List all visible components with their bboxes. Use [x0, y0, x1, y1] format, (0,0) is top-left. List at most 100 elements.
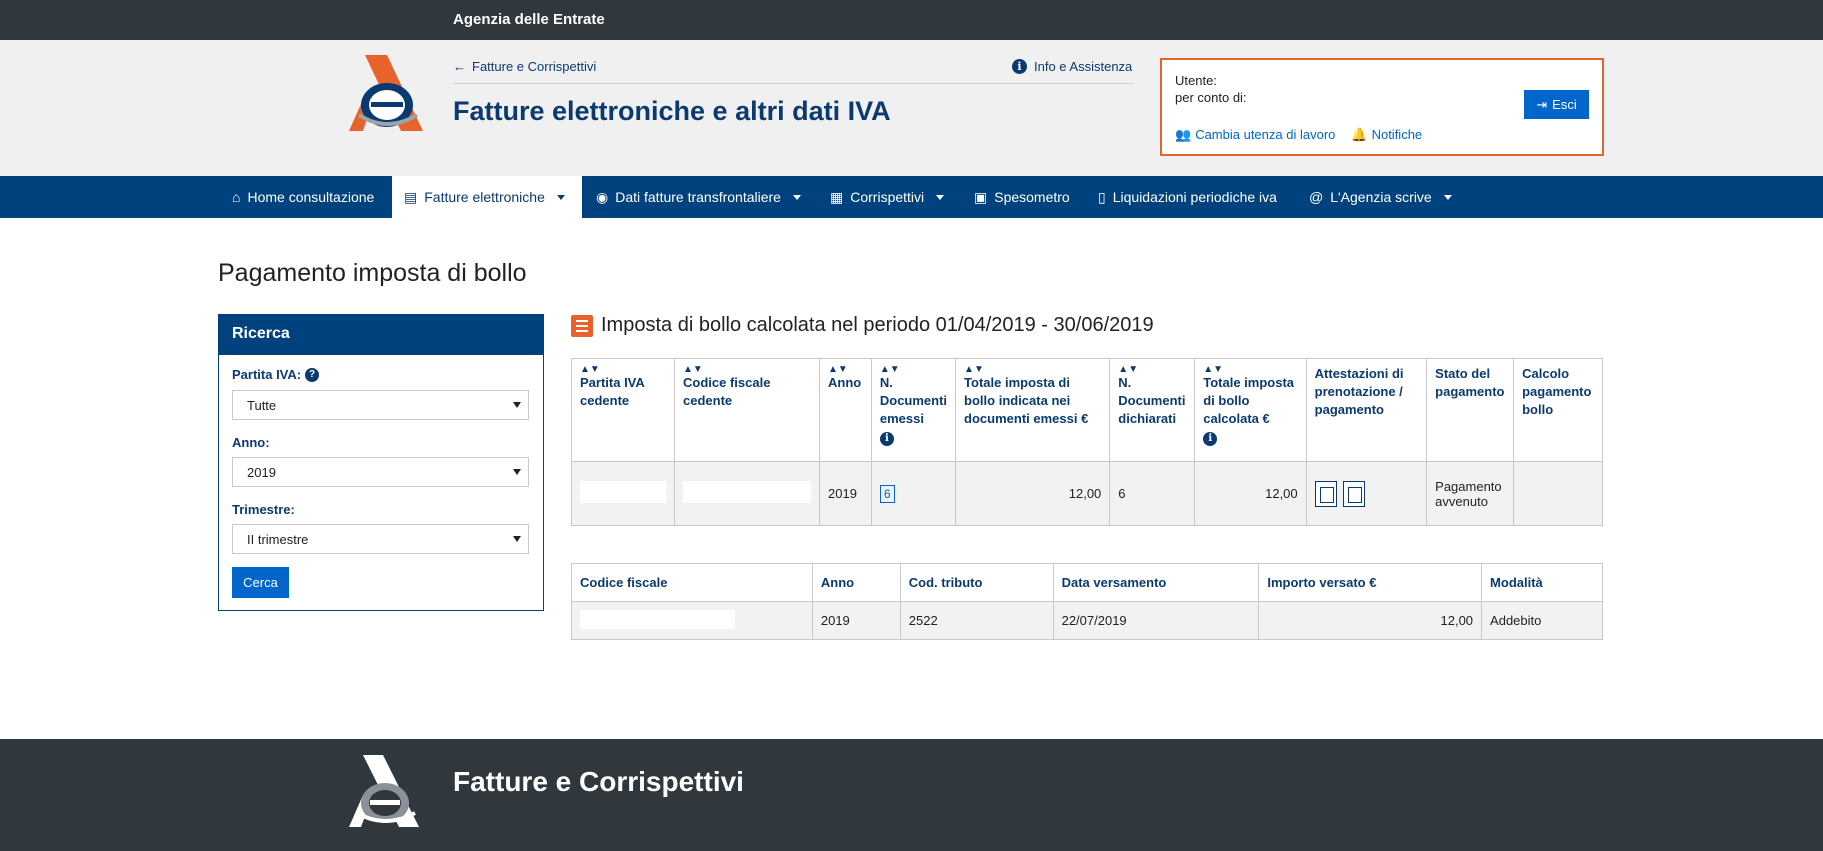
nav-spesometro[interactable]: ▣ Spesometro: [962, 176, 1082, 218]
cell-codice-fiscale: [571, 601, 813, 640]
cell-n-dichiarati: 6: [1109, 461, 1196, 526]
search-panel-title: Ricerca: [219, 315, 543, 355]
cell-codice-fiscale: [674, 461, 820, 526]
globe-icon: ◉: [596, 188, 609, 205]
col-codice-fiscale: Codice fiscale: [571, 563, 813, 602]
col-codice-fiscale[interactable]: ▲▼ Codice fiscale cedente: [674, 358, 820, 462]
page-title: Pagamento imposta di bollo: [218, 259, 527, 287]
col-importo-versato: Importo versato €: [1258, 563, 1483, 602]
info-icon[interactable]: i: [1203, 432, 1218, 446]
main-nav: ⌂ Home consultazione ▤ Fatture elettronich…: [0, 176, 1823, 218]
sort-icon: ▲▼: [1118, 364, 1139, 375]
app-title: Fatture elettroniche e altri dati IVA: [453, 96, 891, 126]
sort-icon: ▲▼: [964, 364, 984, 375]
cell-anno: 2019: [819, 461, 872, 526]
cell-n-documenti: 6: [870, 461, 957, 526]
dropdown-arrow-icon: [513, 402, 521, 408]
header-divider: [453, 83, 1133, 84]
user-label: Utente:: [1175, 73, 1217, 88]
col-cod-tributo: Cod. tributo: [899, 563, 1054, 602]
col-n-documenti-emessi[interactable]: ▲▼ N. Documenti emessi i: [870, 358, 957, 462]
document-icon: ▤: [404, 188, 418, 205]
nav-home-consultazione[interactable]: ⌂ Home consultazione: [220, 176, 386, 218]
trimestre-select[interactable]: II trimestre: [232, 524, 529, 554]
agency-name[interactable]: Agenzia delle Entrate: [453, 11, 605, 28]
dropdown-arrow-icon: [513, 536, 521, 542]
documents-link[interactable]: 6: [879, 484, 895, 503]
footer-logo: [349, 755, 419, 827]
cell-calcolo: [1513, 461, 1603, 526]
file-icon: ▯: [1098, 188, 1106, 205]
versamenti-table: Codice fiscale Anno Cod. tributo Data ve…: [571, 563, 1603, 640]
footer-title: Fatture e Corrispettivi: [453, 766, 744, 797]
partita-iva-select[interactable]: Tutte: [232, 390, 529, 420]
on-behalf-label: per conto di:: [1175, 90, 1247, 105]
at-icon: @: [1309, 189, 1324, 205]
cell-partita-iva: [571, 461, 675, 526]
partita-iva-label: Partita IVA: ?: [232, 367, 320, 382]
caret-down-icon: [556, 194, 565, 200]
bollo-table: ▲▼ Partita IVA cedente ▲▼ Codice fiscale c…: [571, 358, 1603, 526]
cell-anno: 2019: [811, 601, 901, 640]
site-footer: [0, 739, 1823, 851]
cell-totale-calcolata: 12,00: [1194, 461, 1307, 526]
section-title: Imposta di bollo calcolata nel periodo 0…: [571, 314, 1154, 337]
sort-icon: ▲▼: [683, 364, 703, 375]
col-partita-iva[interactable]: ▲▼ Partita IVA cedente: [571, 358, 675, 462]
anno-select[interactable]: 2019: [232, 457, 529, 487]
col-calcolo: Calcolo pagamento bollo: [1513, 358, 1603, 462]
notifications-link[interactable]: 🔔 Notifiche: [1351, 127, 1422, 143]
col-data-versamento: Data versamento: [1052, 563, 1260, 602]
info-icon: i: [1012, 59, 1027, 74]
redacted-value: [580, 481, 666, 503]
col-n-documenti-dichiarati[interactable]: ▲▼ N. Documenti dichiarati: [1109, 358, 1196, 462]
anno-label: Anno:: [232, 435, 270, 450]
col-stato: Stato del pagamento: [1426, 358, 1515, 462]
col-totale-indicata[interactable]: ▲▼ Totale imposta di bollo indicata nei d…: [955, 358, 1111, 462]
nav-liquidazioni-periodiche-iva[interactable]: ▯ Liquidazioni periodiche iva: [1086, 176, 1289, 218]
caret-down-icon: [936, 194, 945, 200]
col-totale-calcolata[interactable]: ▲▼ Totale imposta di bollo calcolata € i: [1194, 358, 1307, 462]
nav-fatture-elettroniche[interactable]: ▤ Fatture elettroniche: [392, 176, 582, 218]
cell-data-versamento: 22/07/2019: [1052, 601, 1260, 640]
change-user-link[interactable]: 👥 Cambia utenza di lavoro: [1175, 127, 1335, 143]
nav-dati-fatture-transfrontaliere[interactable]: ◉ Dati fatture transfrontaliere: [584, 176, 813, 218]
bell-icon: 🔔: [1351, 127, 1368, 142]
sort-icon: ▲▼: [879, 364, 900, 375]
redacted-value: [580, 609, 735, 629]
arrow-left-icon: ←: [453, 59, 466, 74]
cell-importo: 12,00: [1258, 601, 1483, 640]
back-link[interactable]: ← Fatture e Corrispettivi: [453, 59, 596, 74]
sort-icon: ▲▼: [580, 364, 600, 375]
cell-modalita: Addebito: [1481, 601, 1603, 640]
nav-agenzia-scrive[interactable]: @ L'Agenzia scrive: [1297, 176, 1464, 218]
cell-attestazioni: [1305, 461, 1428, 526]
home-icon: ⌂: [232, 189, 241, 205]
info-icon[interactable]: i: [879, 432, 894, 446]
cell-totale-indicata: 12,00: [955, 461, 1111, 526]
cell-cod-tributo: 2522: [899, 601, 1054, 640]
search-panel: Ricerca Partita IVA: ? Tutte Anno: 2019 …: [218, 314, 544, 611]
col-anno[interactable]: ▲▼ Anno: [819, 358, 872, 462]
search-button[interactable]: Cerca: [232, 567, 289, 598]
help-icon[interactable]: ?: [305, 367, 320, 382]
table-row: 2019 6 12,00 6 12,00 Pagamento avvenuto: [571, 461, 1603, 526]
caret-down-icon: [1443, 194, 1452, 200]
col-attestazioni: Attestazioni di prenotazione / pagamento: [1305, 358, 1428, 462]
pdf-icon[interactable]: [1314, 480, 1337, 507]
pdf-icon[interactable]: [1342, 480, 1365, 507]
cell-stato: Pagamento avvenuto: [1426, 461, 1515, 526]
logout-button[interactable]: ⇥ Esci: [1524, 90, 1589, 119]
top-bar: Agenzia delle Entrate: [0, 0, 1823, 40]
agency-logo[interactable]: [345, 55, 427, 131]
col-anno: Anno: [811, 563, 901, 602]
info-link[interactable]: i Info e Assistenza: [1012, 59, 1132, 74]
list-icon: [571, 314, 593, 337]
sort-icon: ▲▼: [828, 364, 848, 375]
sort-icon: ▲▼: [1203, 364, 1224, 375]
nav-corrispettivi[interactable]: ▦ Corrispettivi: [818, 176, 956, 218]
users-icon: 👥: [1175, 127, 1192, 142]
caret-down-icon: [792, 194, 801, 200]
user-panel: Utente: per conto di: ⇥ Esci 👥 Cambia ute…: [1160, 58, 1604, 156]
trimestre-label: Trimestre:: [232, 502, 295, 517]
